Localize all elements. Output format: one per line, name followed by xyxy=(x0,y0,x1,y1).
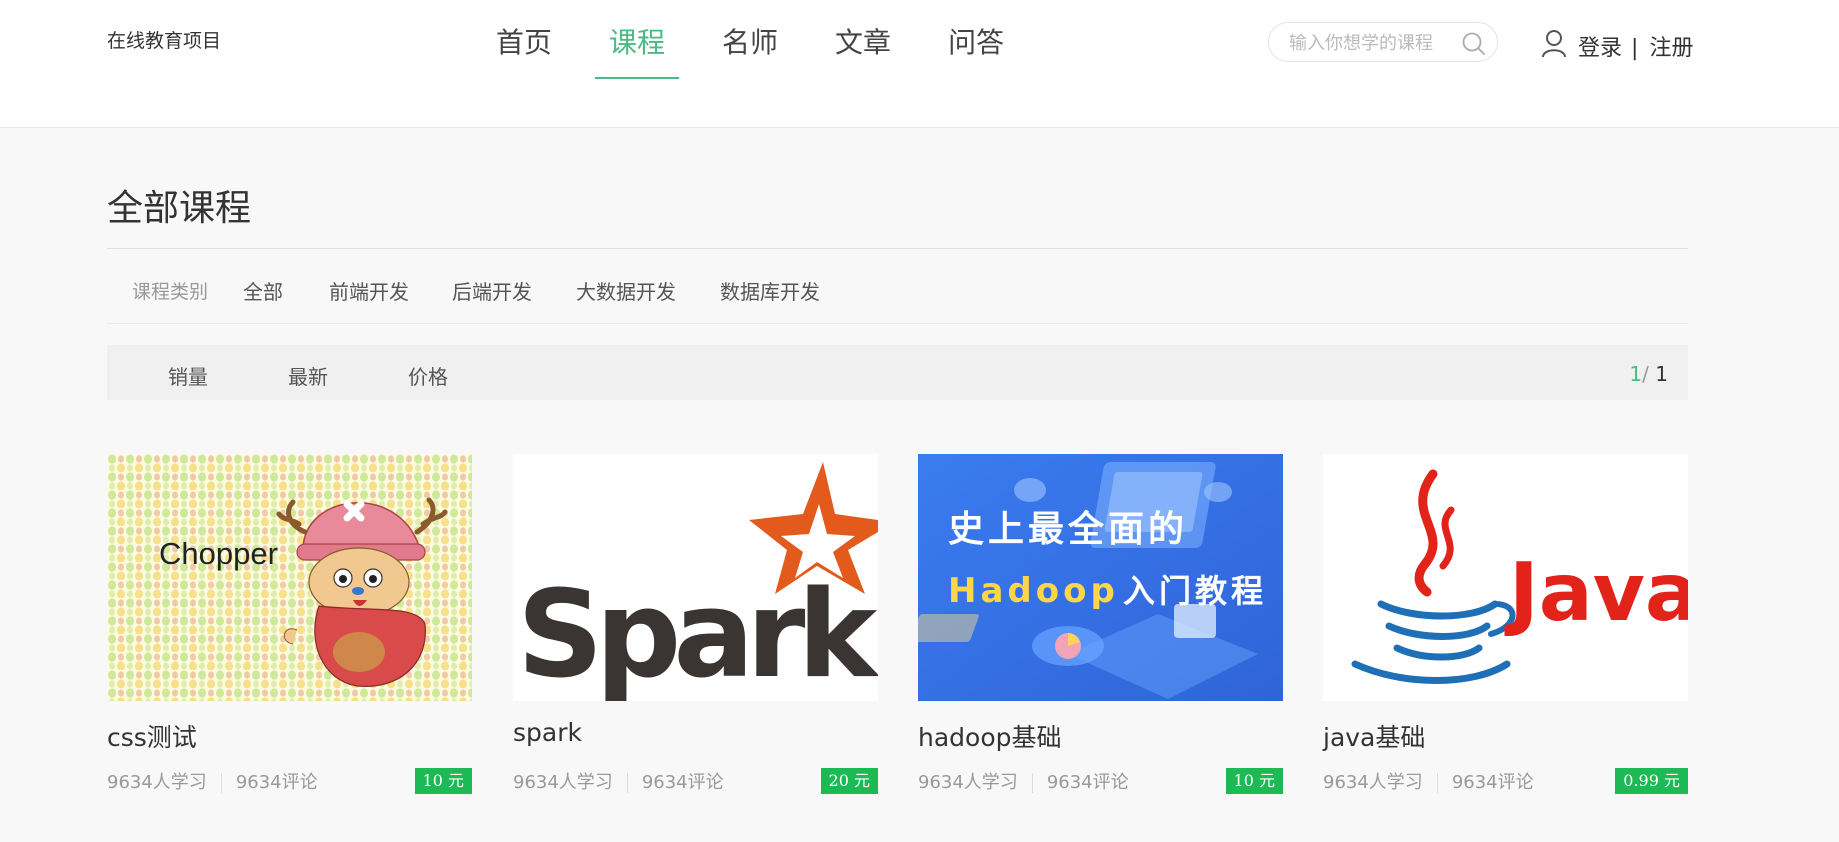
spark-image-text: Spark xyxy=(517,566,878,701)
java-logo-image: Java xyxy=(1323,454,1688,701)
comment-count: 9634评论 xyxy=(641,772,724,793)
divider xyxy=(107,248,1688,249)
course-meta: 9634人学习 9634评论 xyxy=(1323,768,1534,794)
learner-count: 9634人学习 xyxy=(918,772,1018,793)
nav-articles[interactable]: 文章 xyxy=(821,24,905,76)
category-all[interactable]: 全部 xyxy=(243,276,283,305)
sort-sales[interactable]: 销量 xyxy=(168,361,208,390)
course-thumbnail[interactable]: Spark xyxy=(513,454,878,701)
main-nav: 首页 课程 名师 文章 问答 xyxy=(482,24,1047,79)
course-thumbnail[interactable]: Chopper xyxy=(107,454,472,701)
nav-teachers[interactable]: 名师 xyxy=(708,24,792,76)
search-box xyxy=(1268,22,1498,62)
login-link[interactable]: 登录 xyxy=(1578,36,1622,61)
auth-separator: | xyxy=(1631,36,1639,61)
user-icon[interactable] xyxy=(1540,28,1568,58)
hadoop-image-brand: Hadoop xyxy=(948,571,1119,611)
page-title: 全部课程 xyxy=(107,188,252,229)
meta-divider xyxy=(220,773,222,793)
java-image-text: Java xyxy=(1504,546,1688,639)
course-meta: 9634人学习 9634评论 xyxy=(107,768,318,794)
category-frontend[interactable]: 前端开发 xyxy=(329,276,409,305)
course-thumbnail[interactable]: Java xyxy=(1323,454,1688,701)
category-label: 课程类别 xyxy=(132,281,209,303)
category-bigdata[interactable]: 大数据开发 xyxy=(576,276,676,305)
meta-divider xyxy=(626,773,628,793)
price-badge: 10 元 xyxy=(1225,768,1283,794)
sort-bar: 销量 最新 价格 1/ 1 xyxy=(107,345,1688,400)
course-thumbnail[interactable]: 史上最全面的 Hadoop 入门教程 xyxy=(918,454,1283,701)
price-badge: 0.99 元 xyxy=(1615,768,1688,794)
price-badge: 20 元 xyxy=(820,768,878,794)
chopper-image-text: Chopper xyxy=(159,536,278,571)
pager: 1/ 1 xyxy=(1629,362,1668,386)
comment-count: 9634评论 xyxy=(235,772,318,793)
spark-logo-image: Spark xyxy=(513,454,878,701)
category-database[interactable]: 数据库开发 xyxy=(720,276,820,305)
search-icon[interactable] xyxy=(1461,31,1487,57)
price-badge: 10 元 xyxy=(414,768,472,794)
learner-count: 9634人学习 xyxy=(107,772,207,793)
nav-courses[interactable]: 课程 xyxy=(595,24,680,79)
learner-count: 9634人学习 xyxy=(1323,772,1423,793)
pager-total: 1 xyxy=(1655,362,1668,386)
sort-newest[interactable]: 最新 xyxy=(288,361,328,390)
course-title[interactable]: css测试 xyxy=(107,718,197,754)
course-title[interactable]: hadoop基础 xyxy=(918,718,1062,754)
category-backend[interactable]: 后端开发 xyxy=(452,276,532,305)
search-input[interactable] xyxy=(1287,31,1456,55)
course-meta: 9634人学习 9634评论 xyxy=(918,768,1129,794)
course-card[interactable]: Spark spark 9634人学习 9634评论 20 元 xyxy=(513,454,878,794)
sort-price[interactable]: 价格 xyxy=(408,361,448,390)
site-brand[interactable]: 在线教育项目 xyxy=(107,26,221,53)
nav-home[interactable]: 首页 xyxy=(482,24,566,76)
pager-current: 1 xyxy=(1629,362,1643,386)
course-title[interactable]: java基础 xyxy=(1323,718,1425,754)
course-card[interactable]: Chopper css测试 9634人学习 9634评论 10 元 xyxy=(107,454,472,794)
meta-divider xyxy=(1436,773,1438,793)
course-card[interactable]: Java java基础 9634人学习 9634评论 0.99 元 xyxy=(1323,454,1688,794)
hadoop-image-headline: 史上最全面的 xyxy=(948,508,1188,550)
course-meta: 9634人学习 9634评论 xyxy=(513,768,724,794)
meta-divider xyxy=(1031,773,1033,793)
course-title[interactable]: spark xyxy=(513,718,582,747)
chopper-image: Chopper xyxy=(107,454,472,701)
pager-separator: / xyxy=(1642,362,1649,386)
top-header: 在线教育项目 首页 课程 名师 文章 问答 登录 | 注册 xyxy=(0,0,1839,128)
nav-qa[interactable]: 问答 xyxy=(934,24,1018,76)
comment-count: 9634评论 xyxy=(1451,772,1534,793)
auth-links: 登录 | 注册 xyxy=(1578,30,1693,62)
category-filter: 课程类别 全部 前端开发 后端开发 大数据开发 数据库开发 xyxy=(107,276,1688,324)
hadoop-image-subline: 入门教程 xyxy=(1123,572,1267,610)
register-link[interactable]: 注册 xyxy=(1649,36,1693,61)
learner-count: 9634人学习 xyxy=(513,772,613,793)
comment-count: 9634评论 xyxy=(1046,772,1129,793)
course-card[interactable]: 史上最全面的 Hadoop 入门教程 hadoop基础 9634人学习 9634评… xyxy=(918,454,1283,794)
hadoop-banner-image: 史上最全面的 Hadoop 入门教程 xyxy=(918,454,1283,701)
